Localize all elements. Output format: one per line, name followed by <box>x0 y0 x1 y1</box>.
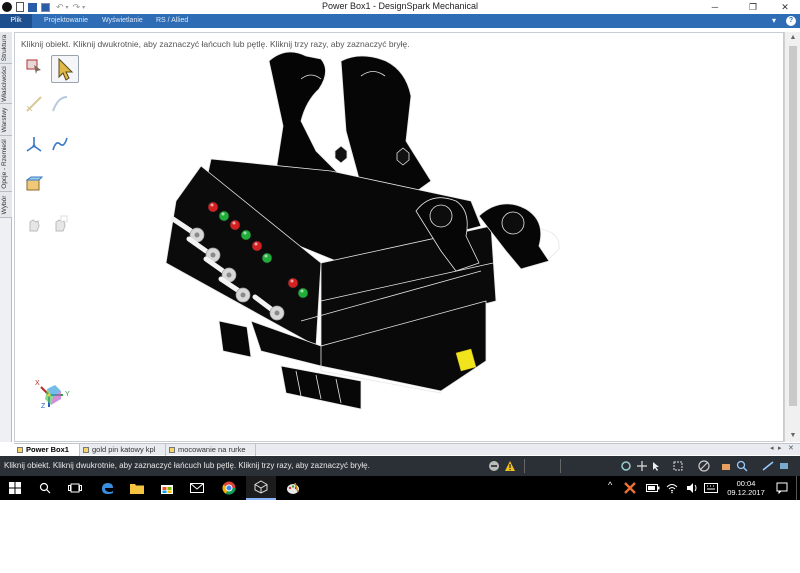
tab-wlasciwosci[interactable]: Właściwości <box>0 64 12 104</box>
status-options-icon[interactable] <box>778 460 790 472</box>
windows-logo-icon <box>9 482 21 494</box>
bottom-connector <box>280 365 362 410</box>
taskbar-file-explorer[interactable] <box>122 476 152 500</box>
taskbar-paint[interactable] <box>278 476 308 500</box>
clock-date: 09.12.2017 <box>727 488 765 497</box>
design-viewport[interactable]: Kliknij obiekt. Kliknij dwukrotnie, aby … <box>14 32 784 442</box>
volume-icon[interactable] <box>686 482 698 494</box>
stop-icon[interactable] <box>488 460 500 472</box>
doc-tab-gold-pin[interactable]: gold pin katowy kpl <box>80 444 166 456</box>
pan-view-icon[interactable] <box>636 460 648 472</box>
show-desktop-button[interactable] <box>796 476 800 500</box>
spin-view-icon[interactable] <box>620 460 632 472</box>
maximize-button[interactable]: ❐ <box>738 0 768 14</box>
status-message: Kliknij obiekt. Kliknij dwukrotnie, aby … <box>4 461 370 470</box>
tab-plik[interactable]: Plik <box>0 14 32 28</box>
keyboard-icon[interactable] <box>704 483 718 493</box>
battery-icon[interactable] <box>646 483 660 493</box>
tray-app-icon[interactable] <box>624 482 636 494</box>
task-view-button[interactable] <box>60 476 90 500</box>
app-window: ↶ ▾ ↷ ▾ Power Box1 - DesignSpark Mechani… <box>0 0 800 500</box>
window-title: Power Box1 - DesignSpark Mechanical <box>321 1 479 11</box>
document-tabs: Power Box1 gold pin katowy kpl mocowanie… <box>14 443 800 456</box>
taskbar-store[interactable] <box>152 476 182 500</box>
box-select-icon[interactable] <box>672 460 684 472</box>
minimize-button[interactable]: ─ <box>700 0 730 14</box>
start-button[interactable] <box>0 476 30 500</box>
scroll-down-icon[interactable]: ▼ <box>785 430 800 442</box>
document-icon <box>169 447 175 453</box>
measure-icon[interactable] <box>762 460 774 472</box>
title-bar: ↶ ▾ ↷ ▾ Power Box1 - DesignSpark Mechani… <box>0 0 800 14</box>
designspark-icon <box>254 480 268 494</box>
tab-opcje-rzemiesl[interactable]: Opcje - Rzemieśl <box>0 136 12 192</box>
pointer-icon[interactable] <box>650 460 662 472</box>
doc-tab-mocowanie[interactable]: mocowanie na rurke <box>166 444 256 456</box>
tab-wybor[interactable]: Wybór <box>0 192 12 218</box>
wifi-icon[interactable] <box>666 482 678 494</box>
warning-icon[interactable] <box>504 460 516 472</box>
viewport-scrollbar[interactable]: ▲ ▼ <box>784 32 800 442</box>
tab-wyswietlanie[interactable]: Wyświetlanie <box>102 14 154 28</box>
windows-taskbar: ^ 00:04 09.12.2017 <box>0 476 800 500</box>
taskbar-mail[interactable] <box>182 476 212 500</box>
mail-icon <box>190 483 204 493</box>
clock-time: 00:04 <box>736 479 756 488</box>
tab-projektowanie[interactable]: Projektowanie <box>44 14 96 28</box>
search-button[interactable] <box>30 476 60 500</box>
taskbar-chrome[interactable] <box>214 476 244 500</box>
ribbon-tabs: Plik Projektowanie Wyświetlanie RS / All… <box>0 14 800 28</box>
help-icon[interactable]: ? <box>786 16 796 26</box>
tab-rs-allied[interactable]: RS / Allied <box>156 14 198 28</box>
store-icon <box>161 485 173 494</box>
component-view-icon[interactable] <box>720 460 732 472</box>
left-connector <box>218 320 252 358</box>
tray-show-hidden-icon[interactable]: ^ <box>608 480 612 490</box>
scroll-up-icon[interactable]: ▲ <box>785 32 800 44</box>
rear-clamp-hex-left <box>334 145 348 164</box>
zoom-icon[interactable] <box>736 460 748 472</box>
document-icon <box>83 447 89 453</box>
doc-tab-power-box1[interactable]: Power Box1 <box>14 444 80 456</box>
chrome-icon <box>222 481 236 495</box>
tabs-scroll-right-icon[interactable]: ▸ <box>778 444 782 452</box>
ribbon-collapse-icon[interactable]: ▾ <box>772 16 782 26</box>
task-view-icon <box>68 483 82 493</box>
edge-icon <box>102 483 113 494</box>
tab-warstwy[interactable]: Warstwy <box>0 104 12 136</box>
folder-icon <box>130 484 144 494</box>
side-panel-tabs: Struktura Właściwości Warstwy Opcje - Rz… <box>0 32 12 442</box>
power-box-model[interactable] <box>15 33 784 442</box>
document-icon <box>17 447 23 453</box>
taskbar-clock[interactable]: 00:04 09.12.2017 <box>724 479 768 497</box>
taskbar-edge[interactable] <box>92 476 122 500</box>
paint-icon <box>287 482 299 494</box>
taskbar-designspark[interactable] <box>246 476 276 500</box>
search-icon <box>39 482 51 494</box>
tab-struktura[interactable]: Struktura <box>0 32 12 64</box>
close-button[interactable]: ✕ <box>770 0 800 14</box>
notifications-icon[interactable] <box>776 482 788 494</box>
status-bar: Kliknij obiekt. Kliknij dwukrotnie, aby … <box>0 456 800 476</box>
tabs-close-icon[interactable]: ✕ <box>788 444 794 452</box>
scroll-thumb[interactable] <box>789 46 797 406</box>
tabs-scroll-left-icon[interactable]: ◂ <box>770 444 774 452</box>
no-filter-icon[interactable] <box>698 460 710 472</box>
